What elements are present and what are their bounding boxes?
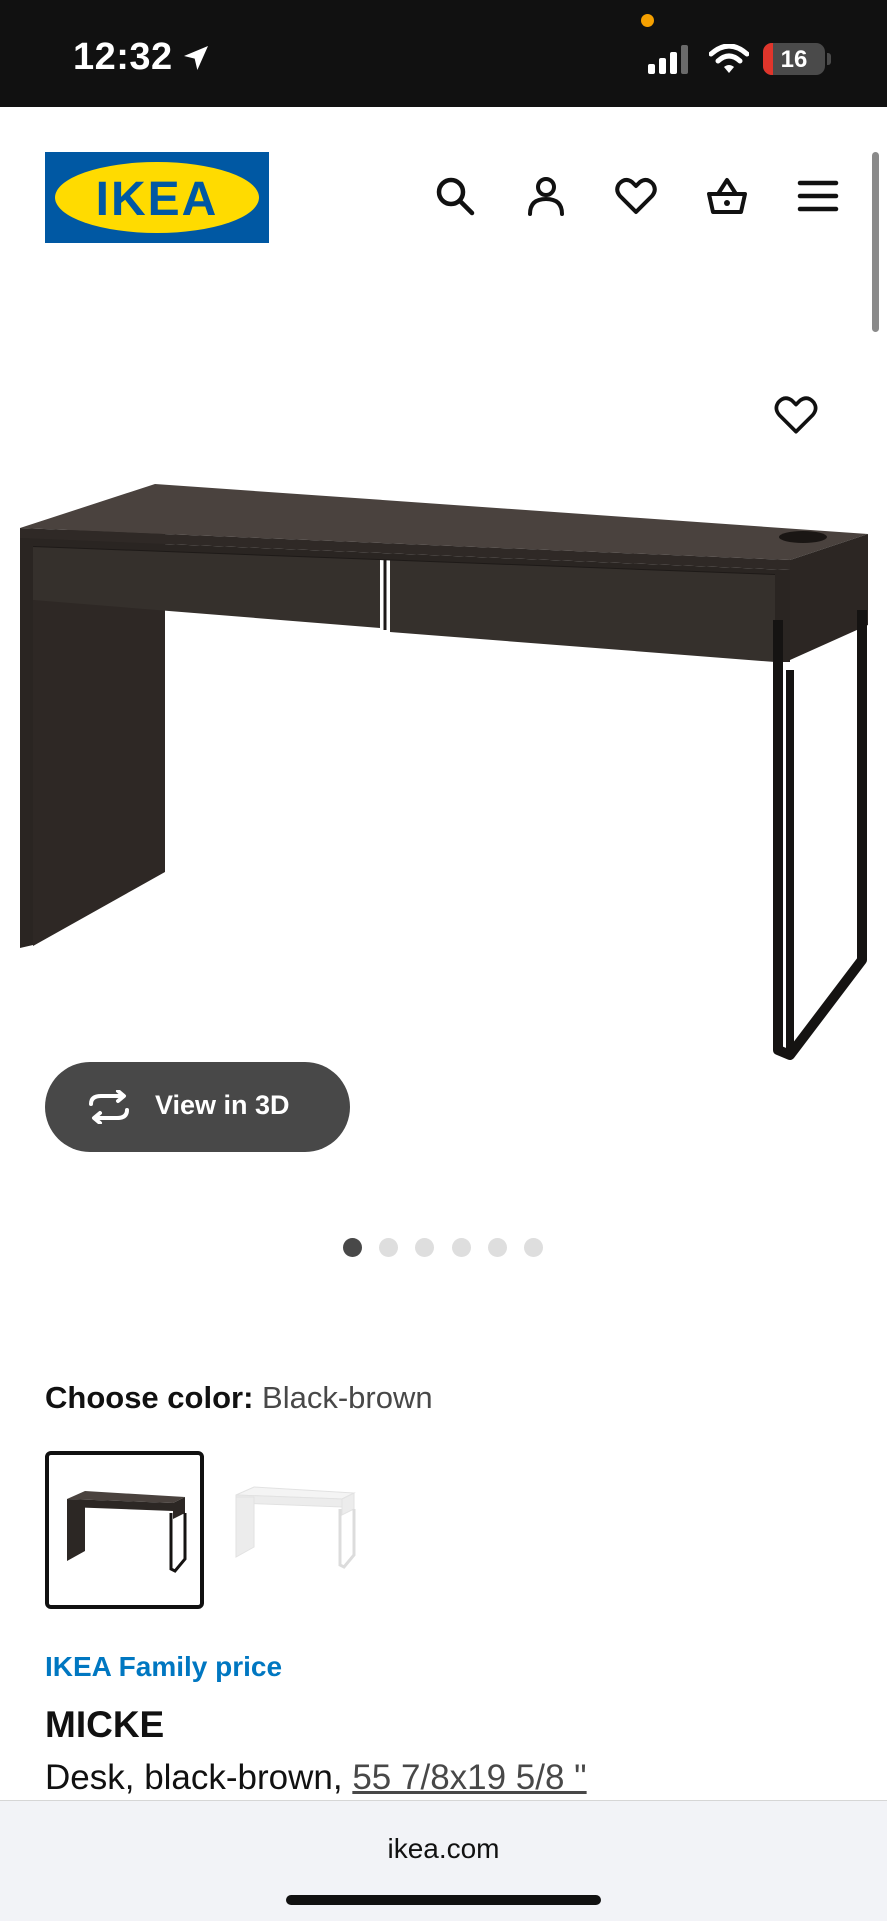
logo-text: IKEA [95,173,219,226]
status-time: 12:32 [73,36,173,78]
color-swatch-black-brown[interactable] [45,1451,204,1609]
carousel-dot[interactable] [524,1238,543,1257]
menu-icon[interactable] [796,174,840,218]
view-in-3d-label: View in 3D [155,1090,290,1120]
battery-cap [827,53,831,65]
signal-icon [648,45,688,74]
product-desc-prefix: Desk, black-brown, [45,1758,343,1797]
carousel-dot[interactable] [488,1238,507,1257]
swatch-desk-black-brown-image [67,1491,187,1573]
scrollbar[interactable] [872,152,879,332]
favorites-icon[interactable] [614,174,658,218]
view-in-3d-button[interactable]: View in 3D [45,1062,350,1152]
family-price-label: IKEA Family price [45,1651,283,1682]
add-to-favorites-icon[interactable] [773,392,819,438]
url-text[interactable]: ikea.com [0,1833,887,1865]
ikea-logo[interactable]: IKEA [45,152,269,243]
cart-icon[interactable] [705,174,749,218]
swatch-desk-white-image [235,1486,356,1569]
search-icon[interactable] [433,174,477,218]
battery-level: 16 [780,46,808,73]
carousel-dot[interactable] [452,1238,471,1257]
color-swatch-white[interactable] [218,1451,377,1609]
carousel-dot[interactable] [343,1238,362,1257]
product-image[interactable] [0,470,887,1070]
browser-address-bar[interactable]: ikea.com [0,1800,887,1921]
product-name: MICKE [45,1704,165,1745]
location-arrow-icon [184,46,208,70]
wifi-icon [709,44,749,73]
carousel-dot[interactable] [379,1238,398,1257]
choose-color: Choose color: Black-brown [45,1380,433,1416]
product-description: Desk, black-brown, 55 7/8x19 5/8 " [45,1758,587,1798]
choose-color-label: Choose color: [45,1380,254,1415]
carousel-dot[interactable] [415,1238,434,1257]
status-bar: 12:32 16 [0,0,887,107]
battery-icon: 16 [763,43,825,75]
product-dimensions-link[interactable]: 55 7/8x19 5/8 " [352,1758,586,1797]
choose-color-value: Black-brown [262,1380,433,1415]
home-indicator[interactable] [286,1895,601,1905]
privacy-indicator [641,14,654,27]
rotate-3d-icon [89,1090,129,1124]
account-icon[interactable] [524,174,568,218]
